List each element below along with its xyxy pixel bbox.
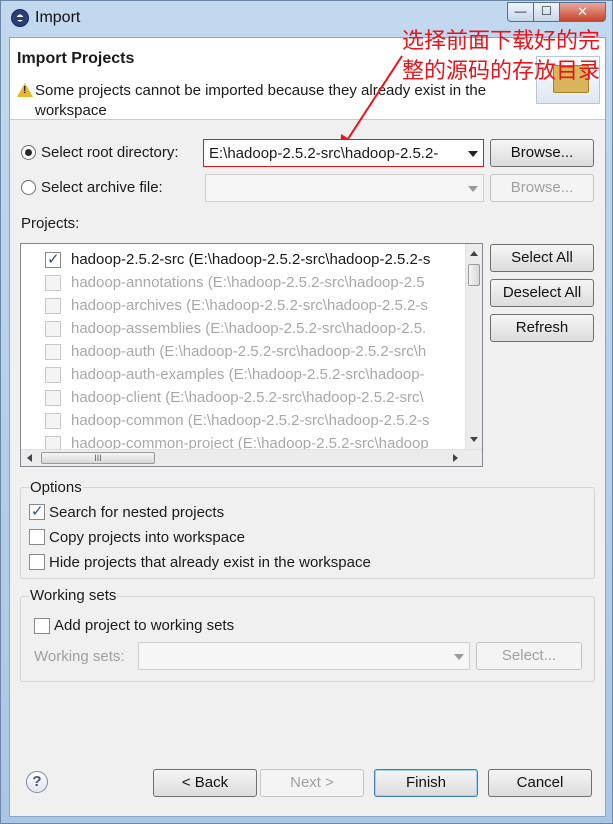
list-item[interactable]: hadoop-archives (E:\hadoop-2.5.2-src\had…: [45, 295, 465, 318]
header-message: Some projects cannot be imported because…: [35, 82, 487, 119]
project-checkbox: [45, 367, 61, 383]
list-item[interactable]: hadoop-annotations (E:\hadoop-2.5.2-src\…: [45, 272, 465, 295]
browse-archive-button[interactable]: Browse...: [490, 174, 594, 202]
list-item[interactable]: hadoop-auth-examples (E:\hadoop-2.5.2-sr…: [45, 364, 465, 387]
scroll-left-arrow-icon[interactable]: [27, 454, 32, 462]
project-name: hadoop-2.5.2-src (E:\hadoop-2.5.2-src\ha…: [71, 251, 431, 268]
archive-file-label: Select archive file:: [41, 179, 163, 196]
next-button[interactable]: Next >: [260, 769, 364, 797]
hide-existing-label: Hide projects that already exist in the …: [49, 554, 371, 571]
root-directory-value: E:\hadoop-2.5.2-src\hadoop-2.5.2-: [209, 145, 439, 162]
window-controls: — ☐ ✕: [507, 2, 606, 22]
add-to-working-sets-label: Add project to working sets: [54, 617, 235, 634]
project-name: hadoop-client (E:\hadoop-2.5.2-src\hadoo…: [71, 389, 424, 406]
vertical-scrollbar[interactable]: [465, 244, 482, 449]
project-checkbox: [45, 436, 61, 449]
project-name: hadoop-auth (E:\hadoop-2.5.2-src\hadoop-…: [71, 343, 427, 360]
list-item[interactable]: hadoop-common (E:\hadoop-2.5.2-src\hadoo…: [45, 410, 465, 433]
import-window: Import — ☐ ✕ Import Projects ! Some proj…: [0, 0, 613, 824]
project-name: hadoop-assemblies (E:\hadoop-2.5.2-src\h…: [71, 320, 427, 337]
list-item[interactable]: hadoop-assemblies (E:\hadoop-2.5.2-src\h…: [45, 318, 465, 341]
root-directory-combo[interactable]: E:\hadoop-2.5.2-src\hadoop-2.5.2-: [203, 139, 484, 167]
finish-button[interactable]: Finish: [374, 769, 478, 797]
archive-file-combo[interactable]: [205, 174, 484, 202]
cancel-button[interactable]: Cancel: [488, 769, 592, 797]
working-sets-label: Working sets:: [34, 648, 125, 665]
scroll-right-arrow-icon[interactable]: [453, 454, 458, 462]
maximize-button[interactable]: ☐: [534, 2, 560, 22]
minimize-button[interactable]: —: [507, 2, 534, 22]
select-working-sets-button[interactable]: Select...: [476, 642, 582, 670]
project-name: hadoop-annotations (E:\hadoop-2.5.2-src\…: [71, 274, 425, 291]
chevron-down-icon[interactable]: [454, 654, 464, 660]
copy-projects-label: Copy projects into workspace: [49, 529, 245, 546]
project-name: hadoop-archives (E:\hadoop-2.5.2-src\had…: [71, 297, 428, 314]
vertical-scroll-thumb[interactable]: [468, 264, 480, 286]
eclipse-app-icon: [11, 9, 29, 27]
chevron-down-icon[interactable]: [468, 151, 478, 157]
copy-projects-checkbox[interactable]: [29, 529, 45, 545]
project-checkbox: [45, 344, 61, 360]
browse-root-button[interactable]: Browse...: [490, 139, 594, 167]
project-name: hadoop-common-project (E:\hadoop-2.5.2-s…: [71, 435, 429, 449]
select-all-button[interactable]: Select All: [490, 244, 594, 272]
project-checkbox: [45, 275, 61, 291]
options-title: Options: [29, 479, 83, 496]
project-checkbox: [45, 321, 61, 337]
project-checkbox: [45, 298, 61, 314]
project-checkbox: [45, 390, 61, 406]
deselect-all-button[interactable]: Deselect All: [490, 279, 594, 307]
projects-list[interactable]: hadoop-2.5.2-src (E:\hadoop-2.5.2-src\ha…: [20, 243, 483, 467]
project-checkbox: [45, 413, 61, 429]
project-checkbox[interactable]: [45, 250, 61, 268]
red-annotation-note: 选择前面下载好的完整的源码的存放目录: [402, 29, 601, 84]
working-sets-title: Working sets: [29, 587, 118, 604]
horizontal-scroll-thumb[interactable]: III: [41, 452, 155, 464]
working-sets-combo[interactable]: [138, 642, 470, 670]
horizontal-scrollbar[interactable]: III: [21, 449, 482, 466]
close-button[interactable]: ✕: [560, 2, 606, 22]
back-button[interactable]: < Back: [153, 769, 257, 797]
window-title: Import: [35, 9, 81, 26]
search-nested-checkbox[interactable]: [29, 502, 45, 520]
project-name: hadoop-common (E:\hadoop-2.5.2-src\hadoo…: [71, 412, 430, 429]
refresh-button[interactable]: Refresh: [490, 314, 594, 342]
hide-existing-checkbox[interactable]: [29, 554, 45, 570]
list-item[interactable]: hadoop-common-project (E:\hadoop-2.5.2-s…: [45, 433, 465, 449]
scroll-down-arrow-icon[interactable]: [470, 437, 478, 442]
archive-file-radio[interactable]: [21, 180, 36, 195]
list-item[interactable]: hadoop-auth (E:\hadoop-2.5.2-src\hadoop-…: [45, 341, 465, 364]
warning-icon: !: [17, 83, 33, 97]
root-directory-radio[interactable]: [21, 145, 36, 160]
help-icon[interactable]: ?: [26, 771, 48, 793]
list-item[interactable]: hadoop-2.5.2-src (E:\hadoop-2.5.2-src\ha…: [45, 249, 465, 272]
search-nested-label: Search for nested projects: [49, 504, 225, 521]
chevron-down-icon[interactable]: [468, 186, 478, 192]
root-directory-label: Select root directory:: [41, 144, 179, 161]
scroll-up-arrow-icon[interactable]: [470, 251, 478, 256]
dialog-client-area: Import Projects ! Some projects cannot b…: [9, 29, 606, 817]
projects-label: Projects:: [21, 215, 80, 232]
list-item[interactable]: hadoop-client (E:\hadoop-2.5.2-src\hadoo…: [45, 387, 465, 410]
add-to-working-sets-checkbox[interactable]: [34, 618, 50, 634]
page-title: Import Projects: [17, 50, 135, 67]
project-name: hadoop-auth-examples (E:\hadoop-2.5.2-sr…: [71, 366, 425, 383]
